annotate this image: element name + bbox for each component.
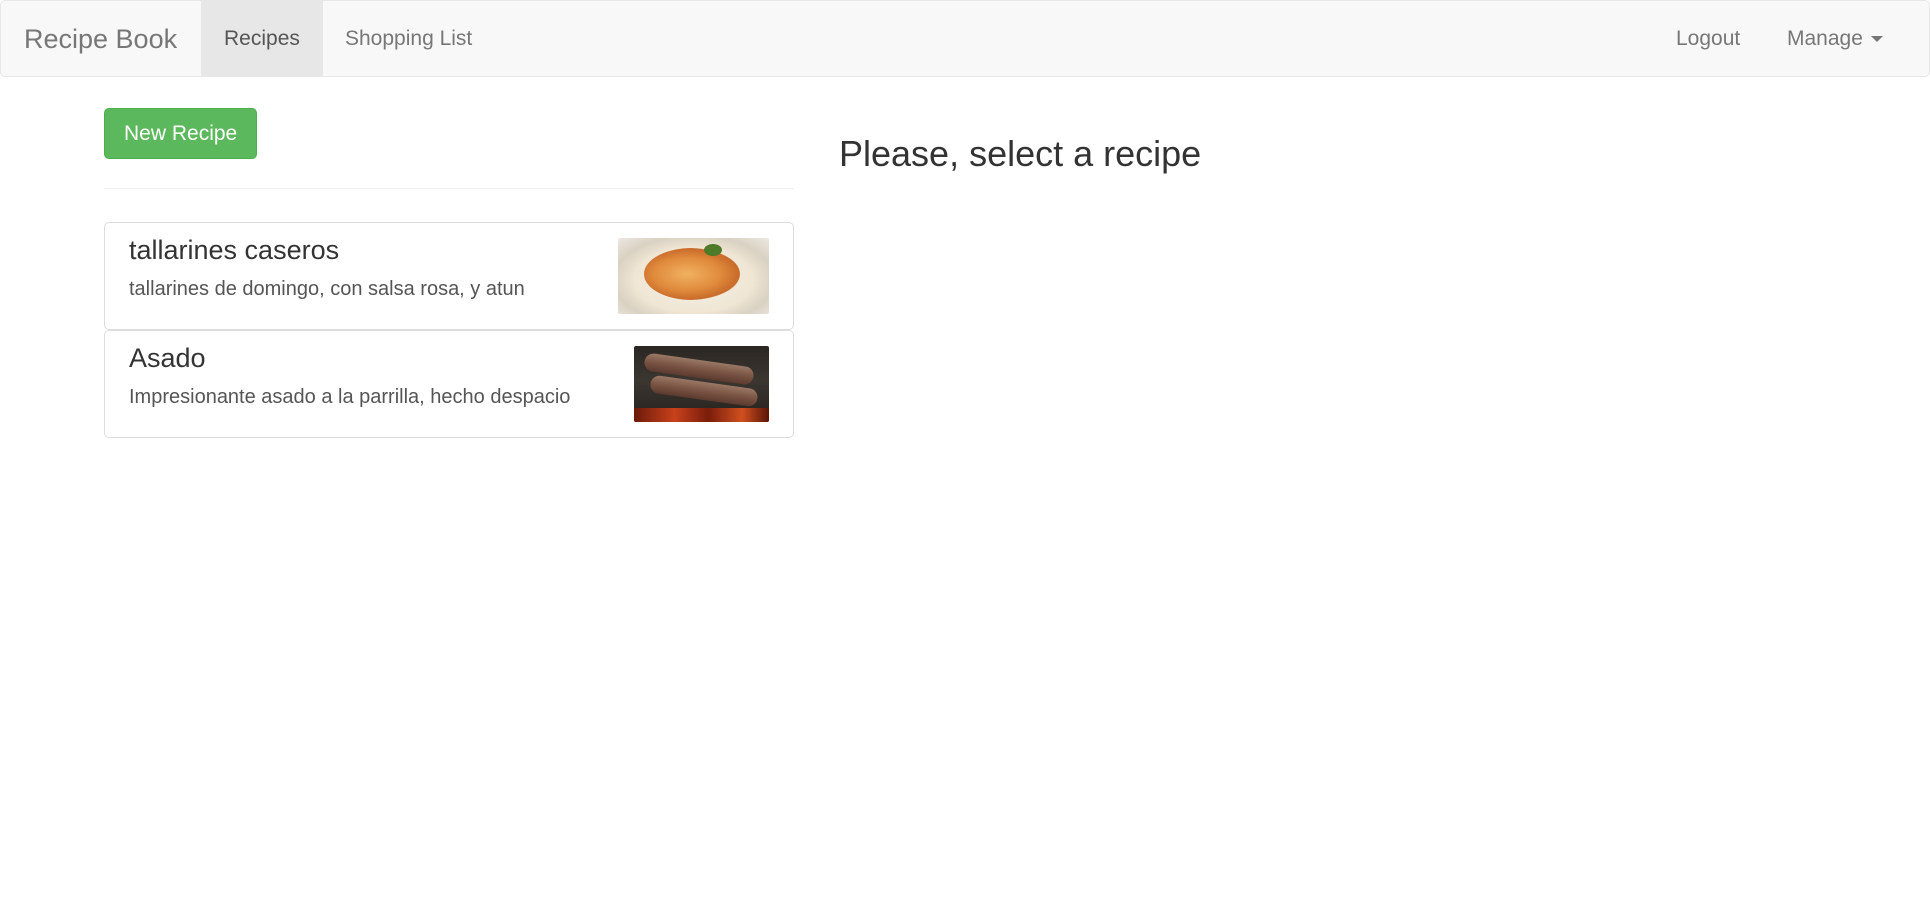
divider bbox=[104, 188, 794, 189]
grill-embers bbox=[634, 408, 769, 422]
caret-down-icon bbox=[1870, 36, 1883, 43]
herb-garnish bbox=[704, 244, 722, 256]
manage-dropdown-toggle[interactable]: Manage bbox=[1764, 1, 1906, 77]
recipe-name: Asado bbox=[129, 343, 206, 373]
nav-item-logout[interactable]: Logout bbox=[1653, 1, 1763, 77]
recipe-item[interactable]: Asado Impresionante asado a la parrilla,… bbox=[104, 330, 794, 438]
grilled-meat-image bbox=[634, 346, 769, 422]
select-recipe-placeholder: Please, select a recipe bbox=[839, 133, 1202, 174]
nav-item-recipes[interactable]: Recipes bbox=[201, 1, 323, 77]
pasta-food bbox=[644, 248, 740, 300]
nav-item-shopping-list[interactable]: Shopping List bbox=[322, 1, 495, 77]
recipe-description: Impresionante asado a la parrilla, hecho… bbox=[129, 386, 571, 408]
pasta-dish-image bbox=[618, 238, 769, 314]
new-recipe-button[interactable]: New Recipe bbox=[104, 108, 258, 159]
manage-label: Manage bbox=[1787, 27, 1863, 50]
recipe-description: tallarines de domingo, con salsa rosa, y… bbox=[129, 278, 525, 300]
brand-link[interactable]: Recipe Book bbox=[24, 1, 177, 77]
recipe-item[interactable]: tallarines caseros tallarines de domingo… bbox=[104, 222, 794, 330]
recipe-list: tallarines caseros tallarines de domingo… bbox=[104, 222, 794, 438]
navbar: Recipe Book Recipes Shopping List Logout… bbox=[0, 0, 1930, 77]
recipe-name: tallarines caseros bbox=[129, 235, 340, 265]
